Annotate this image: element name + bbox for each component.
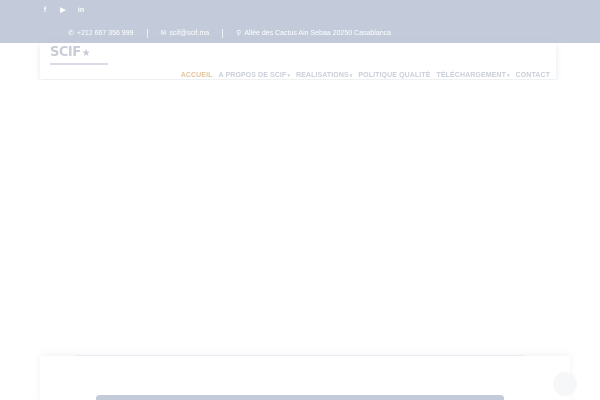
divider: [146, 28, 148, 38]
contact-info: ✆ +212 667 356 999 ✉ scif@scif.ma ⚲ Allé…: [68, 27, 391, 39]
nav-label: CONTACT: [515, 72, 550, 79]
map-pin-icon: ⚲: [236, 30, 242, 37]
address-item: ⚲ Allée des Cactus Ain Sebaa 20250 Casab…: [236, 29, 392, 38]
chevron-down-icon: ▾: [287, 73, 290, 79]
facebook-icon[interactable]: f: [40, 5, 50, 17]
youtube-icon[interactable]: ▶: [58, 5, 68, 17]
logo-tagline-mark: [50, 63, 108, 65]
content-card: [40, 356, 570, 400]
site-header: SCIF★ ACCUEIL A PROPOS DE SCIF▾ REALISAT…: [40, 43, 556, 81]
chevron-down-icon: ▾: [349, 73, 353, 79]
divider: [222, 28, 224, 38]
nav-label: TÉLÉCHARGEMENT: [436, 72, 506, 79]
email-item[interactable]: ✉ scif@scif.ma: [160, 29, 210, 38]
whatsapp-icon: ✆: [68, 30, 74, 37]
content-banner: [96, 395, 504, 400]
scroll-top-button[interactable]: [553, 372, 577, 396]
nav-label: A PROPOS DE SCIF: [218, 72, 287, 79]
linkedin-icon[interactable]: in: [76, 5, 86, 17]
phone-number: +212 667 356 999: [76, 29, 134, 37]
nav-label: ACCUEIL: [180, 72, 213, 79]
nav-label: POLITIQUE QUALITÉ: [358, 72, 431, 79]
star-icon: ★: [81, 48, 91, 59]
site-logo[interactable]: SCIF★: [50, 43, 112, 65]
chevron-down-icon: ▾: [506, 73, 510, 79]
hero-section: [0, 80, 600, 350]
nav-label: REALISATIONS: [295, 72, 349, 79]
email-address: scif@scif.ma: [169, 29, 210, 37]
logo-text: SCIF: [50, 45, 81, 60]
address-text: Allée des Cactus Ain Sebaa 20250 Casabla…: [244, 29, 392, 37]
social-links: f ▶ in: [40, 5, 86, 17]
envelope-icon: ✉: [160, 30, 167, 37]
phone-item[interactable]: ✆ +212 667 356 999: [68, 29, 134, 38]
top-contact-bar: f ▶ in ✆ +212 667 356 999 ✉ scif@scif.ma…: [0, 0, 600, 43]
